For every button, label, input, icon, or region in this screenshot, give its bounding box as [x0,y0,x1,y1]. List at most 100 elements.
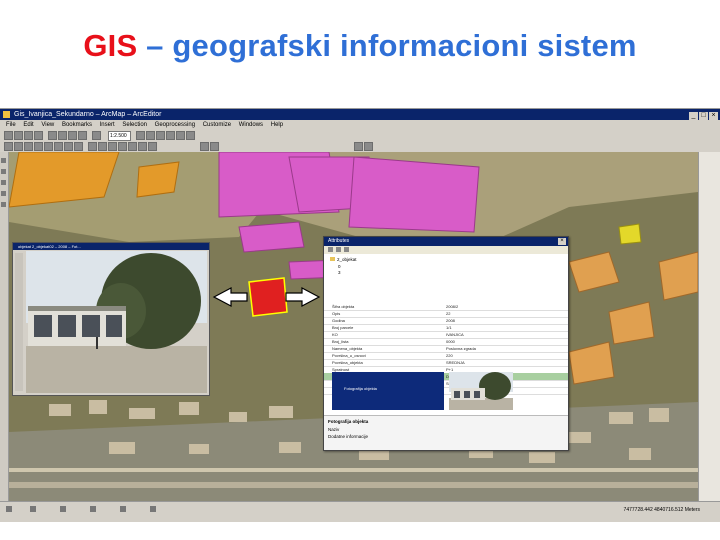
pause-icon[interactable] [90,506,96,512]
minimize-icon[interactable]: _ [689,112,698,120]
tool-icon-4[interactable] [1,191,6,196]
editor-tool-icon[interactable] [354,142,363,151]
attribute-key: KO [332,332,338,337]
identify-icon[interactable] [118,142,127,151]
tree-item-feature-2[interactable]: 3 [338,270,341,275]
arctoolbox-icon[interactable] [176,131,185,140]
layout-view-icon[interactable] [30,506,36,512]
refresh-icon[interactable] [60,506,66,512]
menu-file[interactable]: File [6,120,16,130]
menu-customize[interactable]: Customize [203,120,231,130]
attribute-value[interactable]: 0000 [446,339,562,344]
right-dock-panel [698,152,720,501]
attribute-value[interactable]: 2008/2 [446,304,562,309]
pan-icon[interactable] [24,142,33,151]
add-data-icon[interactable] [92,131,101,140]
menu-insert[interactable]: Insert [100,120,115,130]
attribute-value[interactable]: 1/1 [446,325,562,330]
paste-icon[interactable] [68,131,77,140]
toc-icon[interactable] [146,131,155,140]
close-icon[interactable]: × [558,238,566,245]
tree-item-layer[interactable]: 2_objekat [330,257,357,262]
photo-window: objekat 2_objekat02 – 2008 – Fot... [12,242,210,396]
attr-tool-icon-2[interactable] [336,247,341,252]
feature-tree: 2_objekat 0 3 [324,254,568,301]
menu-help[interactable]: Help [271,120,283,130]
measure-icon[interactable] [138,142,147,151]
menu-bookmarks[interactable]: Bookmarks [62,120,92,130]
close-window-icon[interactable]: × [709,112,718,120]
fixed-zoom-out-icon[interactable] [54,142,63,151]
forward-extent-icon[interactable] [74,142,83,151]
menu-windows[interactable]: Windows [239,120,263,130]
building-photo [26,251,207,393]
layer-dropdown[interactable] [200,142,209,151]
menu-view[interactable]: View [41,120,54,130]
text-icon[interactable] [150,506,156,512]
photo-window-sidebar [15,253,23,391]
fixed-zoom-in-icon[interactable] [44,142,53,151]
full-extent-icon[interactable] [34,142,43,151]
photo-window-title: objekat 2_objekat02 – 2008 – Fot... [13,243,209,250]
tree-item-feature[interactable]: 0 [338,264,341,269]
data-view-icon[interactable] [6,506,12,512]
select-elements-icon[interactable] [108,142,117,151]
menu-geoprocessing[interactable]: Geoprocessing [155,120,195,130]
attribute-key: Broj parcele [332,325,354,330]
attr-tool-icon-1[interactable] [328,247,333,252]
draw-icon[interactable] [120,506,126,512]
attribute-key: Površina_objekta [332,360,363,365]
photo-thumbnail[interactable] [449,372,513,410]
editor-icon[interactable] [136,131,145,140]
tool-icon-5[interactable] [1,202,6,207]
maximize-icon[interactable]: □ [699,112,708,120]
tool-icon-2[interactable] [1,169,6,174]
menu-edit[interactable]: Edit [23,120,33,130]
print-icon[interactable] [34,131,43,140]
selected-object[interactable] [248,277,288,317]
back-extent-icon[interactable] [64,142,73,151]
description-line-1: Naziv [328,427,340,432]
zoom-in-icon[interactable] [4,142,13,151]
photo-field-highlight[interactable]: Fotografija objekta [332,372,444,410]
cut-icon[interactable] [48,131,57,140]
sketch-icon[interactable] [364,142,373,151]
toolbar: 1:2.500 [0,130,720,152]
zoom-out-icon[interactable] [14,142,23,151]
tool-icon-3[interactable] [1,180,6,185]
attribute-value[interactable]: IVANJICA [446,332,562,337]
menu-bar: File Edit View Bookmarks Insert Selectio… [0,120,720,130]
catalog-icon[interactable] [156,131,165,140]
left-tools-panel [0,152,9,501]
attribute-value[interactable]: 22 [446,311,562,316]
attributes-window: Attributes × 2_objekat 0 3 Šifra objekta… [323,236,569,451]
description-line-2: Dodatne informacije [328,434,369,439]
search-icon[interactable] [166,131,175,140]
attribute-value[interactable]: SREDNJA [446,360,562,365]
attribute-key: Godina [332,318,345,323]
open-icon[interactable] [14,131,23,140]
georef-icon[interactable] [210,142,219,151]
copy-icon[interactable] [58,131,67,140]
attr-tool-icon-3[interactable] [344,247,349,252]
attribute-value[interactable]: Poslovna zgrada [446,346,562,351]
find-icon[interactable] [128,142,137,151]
tool-icon-1[interactable] [1,158,6,163]
scale-field[interactable]: 1:2.500 [108,131,131,141]
python-icon[interactable] [186,131,195,140]
attribute-value[interactable]: 220 [446,353,562,358]
save-icon[interactable] [24,131,33,140]
folder-icon [330,257,335,261]
new-icon[interactable] [4,131,13,140]
hyperlink-icon[interactable] [148,142,157,151]
attribute-description: Fotografija objekta Naziv Dodatne inform… [324,415,568,450]
delete-icon[interactable] [78,131,87,140]
title-gis: GIS [83,28,138,63]
clear-selection-icon[interactable] [98,142,107,151]
select-features-icon[interactable] [88,142,97,151]
menu-selection[interactable]: Selection [122,120,147,130]
toolbar-row-1: 1:2.500 [0,130,720,141]
arcmap-window: Gis_Ivanjica_Sekundarno – ArcMap – ArcEd… [0,108,720,522]
app-icon [3,111,10,118]
attribute-value[interactable]: 2008 [446,318,562,323]
